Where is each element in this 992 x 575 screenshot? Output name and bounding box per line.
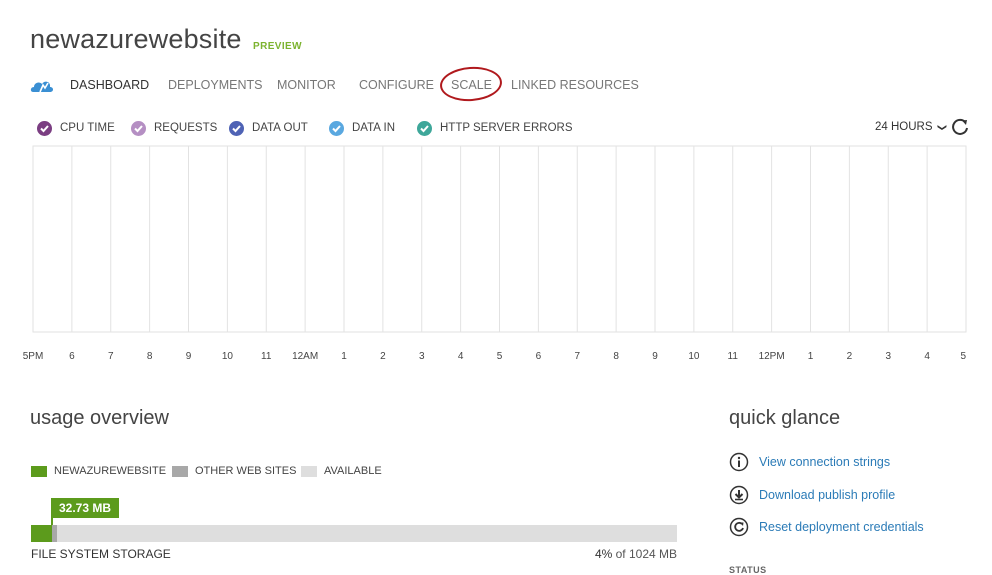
metric-label: DATA OUT [252,122,308,134]
x-tick-label: 12AM [292,351,318,362]
x-tick-label: 8 [613,351,619,362]
x-tick-label: 5 [960,351,966,362]
legend-label: OTHER WEB SITES [195,465,297,477]
download-publish-profile-link[interactable]: Download publish profile [729,485,895,505]
link-label: Reset deployment credentials [759,520,924,534]
storage-used-fill [31,525,52,542]
metric-label: CPU TIME [60,122,115,134]
storage-percent: 4% [594,547,613,561]
x-tick-label: 1 [808,351,814,362]
storage-usage-bar [31,525,677,542]
x-tick-label: 6 [69,351,75,362]
metric-check-icon [229,120,244,136]
preview-badge: PREVIEW [253,41,302,52]
legend-available: AVAILABLE [301,464,382,478]
quick-glance-title: quick glance [729,407,841,429]
x-tick-label: 2 [847,351,853,362]
metric-http-server-errors[interactable]: HTTP SERVER ERRORS [417,120,573,136]
link-label: View connection strings [759,455,891,469]
metric-check-icon [37,120,52,136]
view-connection-strings-link[interactable]: View connection strings [729,452,890,472]
chevron-down-icon: ❯ [936,123,947,131]
cloud-icon [30,81,53,93]
time-range-select[interactable]: 24 HOURS ❯ [875,121,947,133]
metric-label: HTTP SERVER ERRORS [440,122,573,134]
time-range-value: 24 HOURS [875,121,933,133]
x-tick-label: 11 [261,351,272,362]
x-tick-label: 1 [341,351,347,362]
x-tick-label: 4 [458,351,464,362]
x-tick-label: 4 [924,351,930,362]
tab-monitor[interactable]: MONITOR [277,78,336,92]
tab-configure[interactable]: CONFIGURE [359,78,434,92]
x-tick-label: 6 [536,351,542,362]
storage-usage-badge: 32.73 MB [51,498,120,518]
x-tick-label: 11 [728,351,739,362]
usage-overview-title: usage overview [30,407,169,429]
legend-swatch [301,465,317,477]
tab-linked-resources[interactable]: LINKED RESOURCES [511,78,639,92]
tab-scale[interactable]: SCALE [451,78,492,92]
x-tick-label: 5 [497,351,503,362]
metric-label: DATA IN [352,122,396,134]
x-tick-label: 9 [186,351,192,362]
x-tick-label: 3 [419,351,425,362]
reset-icon [729,517,749,537]
x-tick-label: 10 [688,351,700,362]
metric-requests[interactable]: REQUESTS [131,120,217,136]
link-label: Download publish profile [759,488,896,502]
x-tick-label: 5PM [23,351,44,362]
x-tick-label: 8 [147,351,153,362]
storage-total: of 1024 MB [615,547,677,561]
legend-this-site: NEWAZUREWEBSITE [31,464,166,478]
metric-cpu-time[interactable]: CPU TIME [37,120,115,136]
legend-swatch [31,465,47,477]
legend-swatch [172,465,188,477]
legend-label: NEWAZUREWEBSITE [54,465,167,477]
x-tick-label: 10 [222,351,234,362]
x-tick-label: 2 [380,351,386,362]
storage-other-fill [52,525,57,542]
x-tick-label: 3 [885,351,891,362]
metric-check-icon [329,120,344,136]
info-icon [729,452,749,472]
metric-check-icon [417,120,432,136]
legend-label: AVAILABLE [324,465,382,477]
metric-check-icon [131,120,146,136]
tab-deployments[interactable]: DEPLOYMENTS [168,78,262,92]
metric-data-out[interactable]: DATA OUT [229,120,308,136]
reset-deployment-credentials-link[interactable]: Reset deployment credentials [729,517,924,537]
metrics-chart: 5PM 6 7 8 9 10 11 12AM 1 2 3 4 5 6 7 8 9 10 11 12PM 1 2 3 4 5 [23,145,967,362]
metric-label: REQUESTS [154,122,218,134]
page-title: newazurewebsite [30,24,242,54]
x-tick-label: 7 [574,351,580,362]
storage-label: FILE SYSTEM STORAGE [31,547,171,561]
x-tick-label: 9 [652,351,658,362]
x-tick-label: 7 [108,351,114,362]
refresh-icon[interactable] [950,117,970,137]
storage-summary: 4% of 1024 MB [560,547,677,561]
metric-data-in[interactable]: DATA IN [329,120,395,136]
download-icon [729,485,749,505]
legend-other-sites: OTHER WEB SITES [172,464,296,478]
x-tick-label: 12PM [759,351,785,362]
status-section-title: STATUS [729,565,767,575]
tab-dashboard[interactable]: DASHBOARD [70,78,149,92]
